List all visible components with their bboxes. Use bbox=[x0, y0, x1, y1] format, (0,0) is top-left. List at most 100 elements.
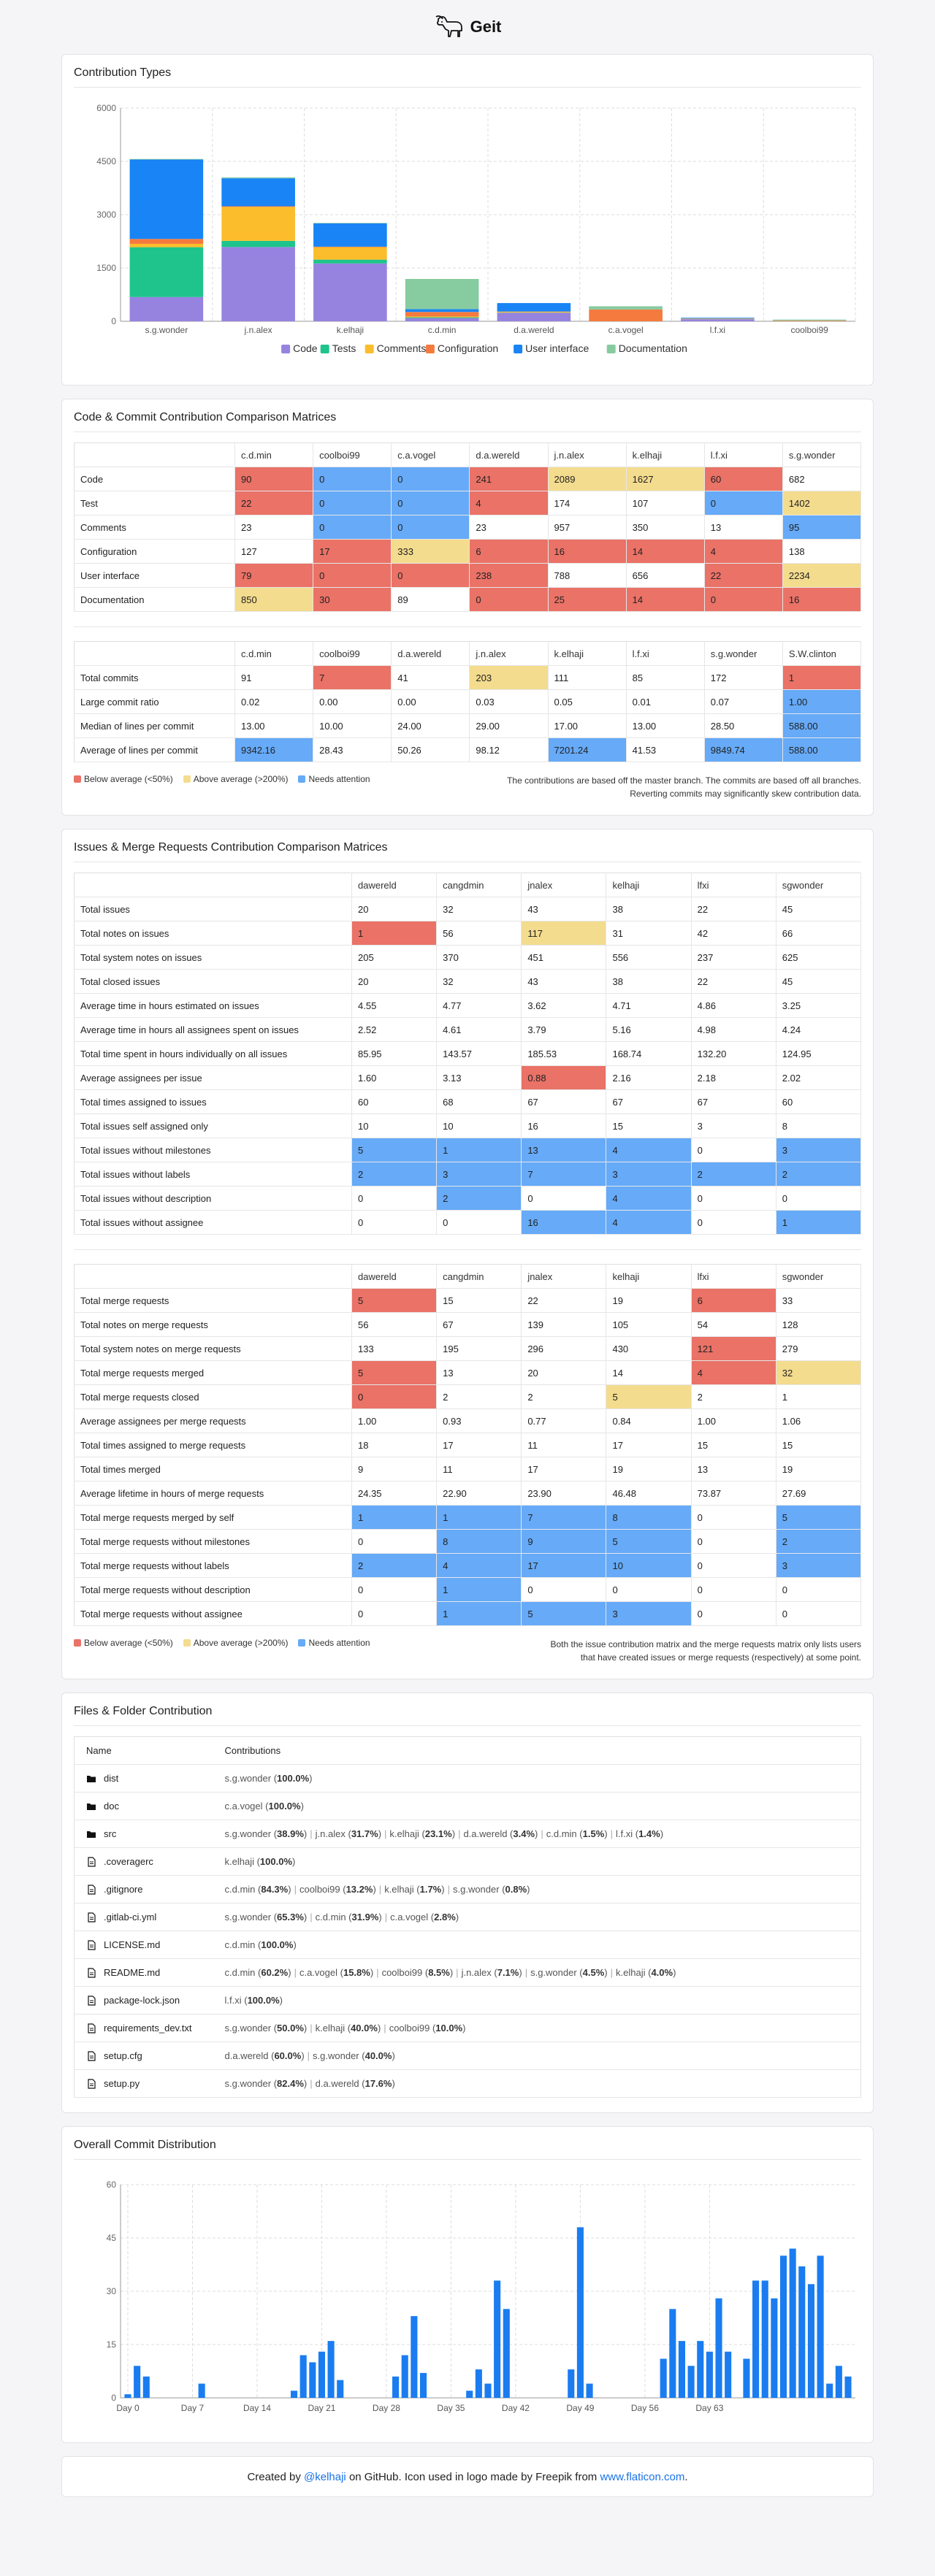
commit-bar[interactable] bbox=[337, 2380, 344, 2398]
matrix-row-label: Total issues without labels bbox=[74, 1162, 352, 1187]
commit-bar[interactable] bbox=[466, 2391, 473, 2398]
commit-bar[interactable] bbox=[817, 2255, 824, 2398]
file-row[interactable]: setup.cfg d.a.wereld (60.0%) | s.g.wonder (… bbox=[74, 2042, 861, 2070]
matrix-cell: 0 bbox=[351, 1577, 438, 1602]
bar-segment[interactable] bbox=[313, 246, 387, 248]
commit-bar[interactable] bbox=[752, 2280, 760, 2398]
file-row[interactable]: .gitlab-ci.yml s.g.wonder (65.3%) | c.d.min… bbox=[74, 1903, 861, 1931]
bar-segment[interactable] bbox=[313, 259, 387, 264]
commit-bar[interactable] bbox=[798, 2266, 806, 2398]
file-row[interactable]: .gitignore c.d.min (84.3%) | coolboi99 (13.… bbox=[74, 1875, 861, 1904]
commit-bar[interactable] bbox=[835, 2366, 842, 2398]
y-tick-label: 60 bbox=[107, 2180, 117, 2190]
flaticon-link[interactable]: www.flaticon.com bbox=[600, 2471, 684, 2483]
matrix-column-header: d.a.wereld bbox=[391, 641, 470, 666]
bar-segment[interactable] bbox=[129, 243, 204, 248]
commit-bar[interactable] bbox=[826, 2383, 833, 2398]
commit-bar[interactable] bbox=[779, 2255, 787, 2398]
bar-segment[interactable] bbox=[221, 240, 295, 248]
commit-bar[interactable] bbox=[475, 2369, 482, 2398]
bar-segment[interactable] bbox=[405, 312, 479, 317]
commit-bar[interactable] bbox=[290, 2391, 298, 2398]
bar-segment[interactable] bbox=[405, 318, 479, 321]
matrix-cell: 32 bbox=[776, 1360, 862, 1385]
file-row[interactable]: doc c.a.vogel (100.0%) bbox=[74, 1792, 861, 1820]
commit-bar[interactable] bbox=[142, 2376, 150, 2398]
file-row[interactable]: README.md c.d.min (60.2%) | c.a.vogel (15.8… bbox=[74, 1958, 861, 1987]
commit-bar[interactable] bbox=[576, 2227, 584, 2398]
commit-bar[interactable] bbox=[419, 2372, 427, 2398]
commit-bar[interactable] bbox=[503, 2309, 510, 2398]
bar-segment[interactable] bbox=[221, 177, 295, 179]
matrix-cell: 0 bbox=[691, 1138, 776, 1162]
matrix-cell: 10 bbox=[436, 1113, 522, 1138]
commit-bar[interactable] bbox=[124, 2394, 131, 2398]
commit-bar[interactable] bbox=[586, 2383, 593, 2398]
file-name: setup.py bbox=[104, 2078, 140, 2089]
file-row[interactable]: setup.py s.g.wonder (82.4%) | d.a.wereld (1… bbox=[74, 2069, 861, 2098]
commit-bar[interactable] bbox=[789, 2248, 796, 2398]
commit-bar[interactable] bbox=[494, 2280, 501, 2398]
commit-bar[interactable] bbox=[715, 2298, 722, 2398]
commit-bar[interactable] bbox=[568, 2369, 575, 2398]
commit-bar[interactable] bbox=[761, 2280, 768, 2398]
commit-bar[interactable] bbox=[411, 2316, 418, 2398]
bar-segment[interactable] bbox=[681, 319, 755, 321]
commit-bar[interactable] bbox=[706, 2351, 713, 2398]
bar-segment[interactable] bbox=[497, 303, 571, 312]
bar-segment[interactable] bbox=[129, 296, 204, 321]
bar-segment[interactable] bbox=[129, 247, 204, 297]
bar-segment[interactable] bbox=[589, 309, 663, 321]
commit-bar[interactable] bbox=[401, 2355, 408, 2398]
bar-segment[interactable] bbox=[313, 247, 387, 260]
file-row[interactable]: package-lock.json l.f.xi (100.0%) bbox=[74, 1986, 861, 2015]
app-title: Geit bbox=[470, 18, 502, 36]
bar-segment[interactable] bbox=[497, 311, 571, 313]
commit-bar[interactable] bbox=[669, 2309, 676, 2398]
bar-segment[interactable] bbox=[221, 178, 295, 207]
commit-bar[interactable] bbox=[725, 2351, 732, 2398]
file-row[interactable]: src s.g.wonder (38.9%) | j.n.alex (31.7%) | k… bbox=[74, 1820, 861, 1848]
bar-segment[interactable] bbox=[221, 247, 295, 321]
commit-bar[interactable] bbox=[198, 2383, 205, 2398]
file-row[interactable]: dist s.g.wonder (100.0%) bbox=[74, 1764, 861, 1793]
commit-bar[interactable] bbox=[318, 2351, 326, 2398]
commit-bar[interactable] bbox=[327, 2341, 335, 2398]
author-link[interactable]: @kelhaji bbox=[304, 2471, 346, 2483]
matrix-cell: 370 bbox=[436, 945, 522, 970]
matrix-cell: 0 bbox=[691, 1601, 776, 1626]
bar-segment[interactable] bbox=[129, 239, 204, 244]
file-row[interactable]: LICENSE.md c.d.min (100.0%) bbox=[74, 1931, 861, 1959]
bar-segment[interactable] bbox=[405, 316, 479, 318]
bar-segment[interactable] bbox=[405, 279, 479, 310]
commit-bar[interactable] bbox=[309, 2362, 316, 2398]
commit-bar[interactable] bbox=[299, 2355, 307, 2398]
bar-segment[interactable] bbox=[221, 207, 295, 241]
bar-segment[interactable] bbox=[772, 319, 847, 321]
file-row[interactable]: requirements_dev.txt s.g.wonder (50.0%) | k… bbox=[74, 2014, 861, 2042]
matrix-cell: 7201.24 bbox=[548, 737, 627, 762]
commit-bar[interactable] bbox=[687, 2366, 695, 2398]
x-tick-label: s.g.wonder bbox=[145, 325, 188, 335]
commit-bar[interactable] bbox=[807, 2284, 814, 2398]
bar-segment[interactable] bbox=[681, 318, 755, 320]
commit-bar[interactable] bbox=[743, 2358, 750, 2398]
commit-bar[interactable] bbox=[392, 2376, 400, 2398]
file-row[interactable]: .coveragerc k.elhaji (100.0%) bbox=[74, 1847, 861, 1876]
commit-bar[interactable] bbox=[134, 2366, 141, 2398]
file-name: requirements_dev.txt bbox=[104, 2023, 192, 2033]
bar-segment[interactable] bbox=[313, 263, 387, 321]
commit-bar[interactable] bbox=[678, 2341, 686, 2398]
bar-segment[interactable] bbox=[405, 309, 479, 313]
commit-bar[interactable] bbox=[771, 2298, 778, 2398]
matrix-column-header: sgwonder bbox=[776, 1264, 862, 1289]
bar-segment[interactable] bbox=[589, 306, 663, 310]
commit-bar[interactable] bbox=[484, 2383, 492, 2398]
bar-segment[interactable] bbox=[129, 158, 204, 160]
bar-segment[interactable] bbox=[313, 223, 387, 247]
bar-segment[interactable] bbox=[497, 313, 571, 321]
bar-segment[interactable] bbox=[129, 159, 204, 239]
commit-bar[interactable] bbox=[844, 2376, 852, 2398]
commit-bar[interactable] bbox=[697, 2341, 704, 2398]
commit-bar[interactable] bbox=[660, 2358, 667, 2398]
